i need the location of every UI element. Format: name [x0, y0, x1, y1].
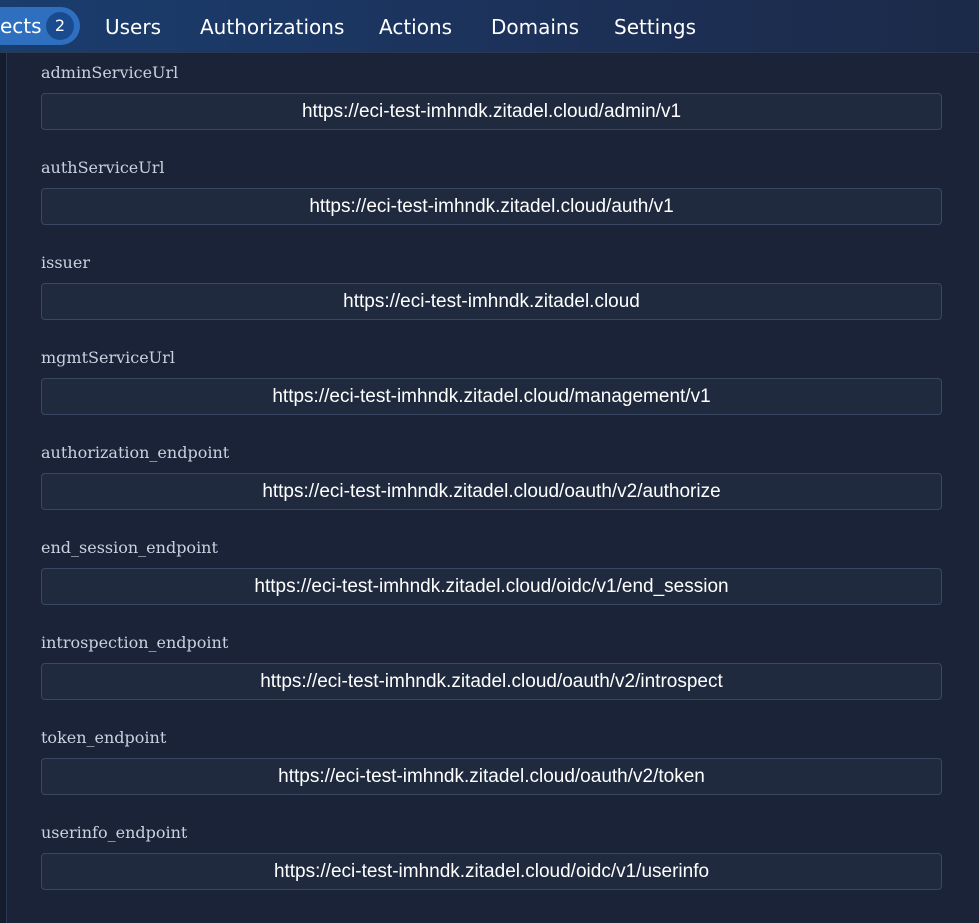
- field-box: [41, 283, 942, 320]
- auth-service-url-input[interactable]: [42, 189, 941, 224]
- mgmt-service-url-input[interactable]: [42, 379, 941, 414]
- field-label: introspection_endpoint: [41, 633, 229, 652]
- nav-item-users[interactable]: Users: [105, 15, 161, 39]
- content-frame-edge: [0, 53, 7, 923]
- nav-item-domains[interactable]: Domains: [491, 15, 579, 39]
- userinfo-endpoint-input[interactable]: [42, 854, 941, 889]
- introspection-endpoint-input[interactable]: [42, 664, 941, 699]
- field-label: issuer: [41, 253, 90, 272]
- field-label: adminServiceUrl: [41, 63, 179, 82]
- field-label: token_endpoint: [41, 728, 167, 747]
- field-box: [41, 93, 942, 130]
- field-label: authorization_endpoint: [41, 443, 230, 462]
- projects-count-badge: 2: [46, 12, 74, 40]
- field-box: [41, 473, 942, 510]
- token-endpoint-input[interactable]: [42, 759, 941, 794]
- top-navigation: ects 2 Users Authorizations Actions Doma…: [0, 0, 979, 53]
- field-label: end_session_endpoint: [41, 538, 218, 557]
- nav-item-projects[interactable]: ects 2: [0, 7, 80, 45]
- field-label: userinfo_endpoint: [41, 823, 188, 842]
- field-box: [41, 758, 942, 795]
- nav-item-settings[interactable]: Settings: [614, 15, 696, 39]
- field-box: [41, 188, 942, 225]
- field-box: [41, 663, 942, 700]
- nav-item-authorizations[interactable]: Authorizations: [200, 15, 344, 39]
- end-session-endpoint-input[interactable]: [42, 569, 941, 604]
- field-box: [41, 378, 942, 415]
- nav-item-actions[interactable]: Actions: [379, 15, 452, 39]
- authorization-endpoint-input[interactable]: [42, 474, 941, 509]
- field-label: mgmtServiceUrl: [41, 348, 175, 367]
- field-box: [41, 568, 942, 605]
- admin-service-url-input[interactable]: [42, 94, 941, 129]
- field-box: [41, 853, 942, 890]
- issuer-input[interactable]: [42, 284, 941, 319]
- field-label: authServiceUrl: [41, 158, 165, 177]
- nav-item-projects-label: ects: [0, 14, 42, 38]
